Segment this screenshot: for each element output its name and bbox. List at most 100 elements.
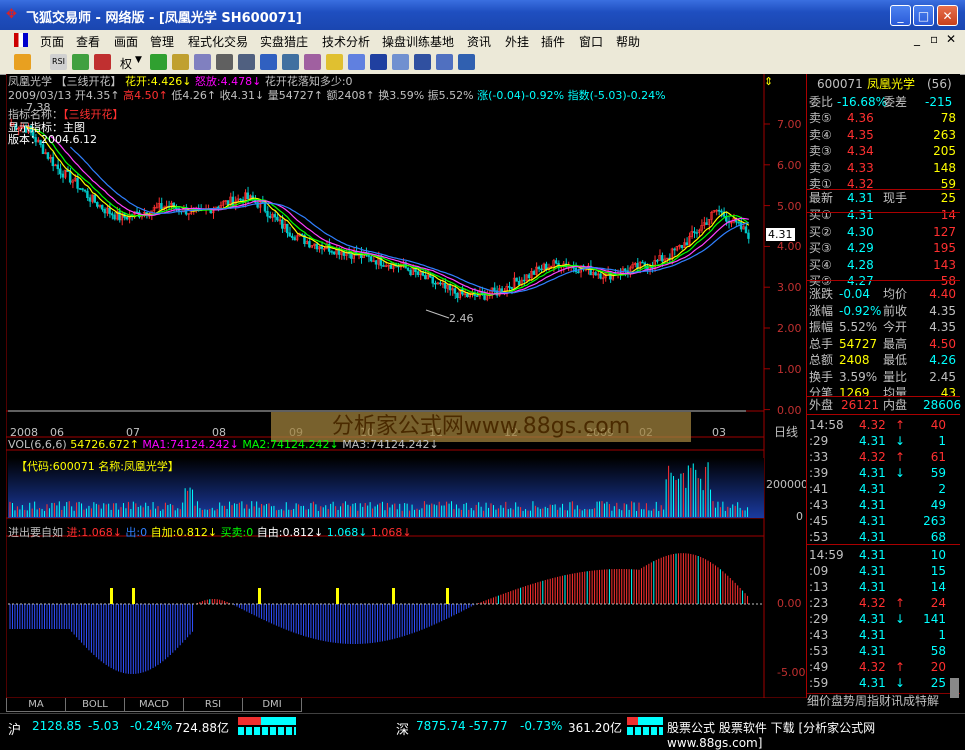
- buy-row: 买② 4.30 127: [807, 224, 960, 240]
- search-icon[interactable]: [260, 54, 277, 70]
- pin-icon[interactable]: [304, 54, 321, 70]
- candle-body: [438, 282, 442, 285]
- latest-label: 最新: [809, 191, 834, 205]
- tick-volume: 59: [930, 466, 946, 480]
- bar-turnover: 换3.59%: [378, 89, 425, 102]
- tab-rsi[interactable]: RSI: [183, 698, 243, 712]
- vol-ma2: MA2:74124.242↓: [242, 438, 339, 451]
- book-icon[interactable]: [238, 54, 255, 70]
- layout-icon[interactable]: [348, 54, 365, 70]
- move-icon[interactable]: [72, 54, 89, 70]
- tick-row: :53 4.31 58: [807, 643, 960, 659]
- close-button[interactable]: ✕: [937, 5, 958, 26]
- bar-close: 收4.31↓: [219, 89, 265, 102]
- buy-row: 买③ 4.29 195: [807, 240, 960, 256]
- tile-icon[interactable]: [436, 54, 453, 70]
- candle-body: [431, 276, 434, 284]
- period-label[interactable]: 日线: [774, 426, 798, 439]
- list-icon[interactable]: [194, 54, 211, 70]
- pair-icon[interactable]: [172, 54, 189, 70]
- stat-row: 总手 54727 最高 4.50: [807, 336, 960, 352]
- indicator-name: 【三线开花】: [55, 75, 122, 88]
- sh-amount: 724.88亿: [175, 721, 229, 735]
- tick-time: 14:58: [809, 418, 844, 432]
- window-icon[interactable]: [392, 54, 409, 70]
- menu-addons[interactable]: 插件: [541, 33, 565, 50]
- mdi-minimize-button[interactable]: _: [914, 32, 920, 46]
- mdi-close-button[interactable]: ✕: [946, 32, 956, 46]
- tick-price: 4.31: [859, 676, 886, 690]
- menu-view[interactable]: 查看: [76, 33, 100, 50]
- chart-area[interactable]: 凤凰光学 【三线开花】 花开:4.426↓ 怒放:4.478↓ 花开花落知多少:…: [6, 74, 808, 698]
- menu-page[interactable]: 页面: [40, 33, 64, 50]
- candle-body: [261, 201, 264, 204]
- rsi-icon[interactable]: RSI: [50, 54, 67, 70]
- candle-body: [315, 243, 319, 250]
- chart-icon[interactable]: [458, 54, 475, 70]
- menu-window[interactable]: 窗口: [579, 33, 603, 50]
- candle-body: [61, 173, 64, 178]
- tick-row: :39 4.31 ↓ 59: [807, 465, 960, 481]
- menu-hunt[interactable]: 实盘猎庄: [260, 33, 308, 50]
- home-icon[interactable]: [14, 54, 31, 70]
- menu-info[interactable]: 资讯: [467, 33, 491, 50]
- marquee-text[interactable]: 股票公式 股票软件 下载 [分析家公式网www.88gs.com]: [667, 719, 965, 750]
- candle-body: [527, 274, 531, 279]
- maximize-button[interactable]: □: [913, 5, 934, 26]
- menu-training[interactable]: 操盘训练基地: [382, 33, 454, 50]
- sz-label: 深: [396, 723, 410, 738]
- osc-y-tick: 0.00: [777, 597, 802, 610]
- candle-body: [433, 282, 437, 285]
- arrows-icon[interactable]: [94, 54, 111, 70]
- tick-price: 4.31: [859, 580, 886, 594]
- tick-volume: 1: [938, 434, 946, 448]
- y-tick: 4.00: [777, 240, 802, 253]
- menu-plugin-ext[interactable]: 外挂: [505, 33, 529, 50]
- price-axis-arrow-icon[interactable]: ⇕: [764, 75, 773, 88]
- tab-dmi[interactable]: DMI: [242, 698, 302, 712]
- grid-icon[interactable]: [414, 54, 431, 70]
- tick-price: 4.31: [859, 466, 886, 480]
- tick-price: 4.31: [859, 498, 886, 512]
- stats-icon[interactable]: [150, 54, 167, 70]
- sz-breadth-bar: [627, 717, 663, 725]
- menu-manage[interactable]: 管理: [150, 33, 174, 50]
- neipan-label: 内盘: [883, 398, 908, 412]
- candle-body: [96, 202, 99, 207]
- menu-program-trade[interactable]: 程式化交易: [188, 33, 248, 50]
- bar-change: 涨(-0.04)-0.92%: [477, 89, 565, 102]
- chart-canvas[interactable]: [6, 74, 806, 698]
- menu-help[interactable]: 帮助: [616, 33, 640, 50]
- calc-icon[interactable]: [216, 54, 233, 70]
- menu-tech[interactable]: 技术分析: [322, 33, 370, 50]
- tick-time: :41: [809, 482, 829, 496]
- tick-volume: 49: [930, 498, 946, 512]
- tick-volume: 25: [930, 676, 946, 690]
- bar-amount: 额2408↑: [326, 89, 375, 102]
- scrollbar[interactable]: [950, 678, 959, 698]
- tool-icon[interactable]: [282, 54, 299, 70]
- menu-screen[interactable]: 画面: [114, 33, 138, 50]
- tick-row: :43 4.31 49: [807, 497, 960, 513]
- stat-label: 换手: [809, 369, 834, 384]
- tick-row: :29 4.31 ↓ 141: [807, 611, 960, 627]
- high-price-label: 7.38: [26, 101, 51, 114]
- tab-ma[interactable]: MA: [6, 698, 66, 712]
- mode-label[interactable]: 权: [120, 55, 132, 72]
- minimize-button[interactable]: _: [890, 5, 911, 26]
- tab-macd[interactable]: MACD: [124, 698, 184, 712]
- mdi-restore-button[interactable]: ▫: [930, 32, 938, 46]
- tick-row: 14:58 4.32 ↑ 40: [807, 417, 960, 433]
- quote-bottom-tabs[interactable]: 细价盘势周指财讯成特解: [807, 693, 960, 708]
- chevron-down-icon[interactable]: ▼: [135, 55, 142, 65]
- sz-amount: 361.20亿: [568, 721, 622, 735]
- candle-body: [673, 248, 676, 251]
- candle-body: [110, 213, 114, 216]
- split-icon[interactable]: [370, 54, 387, 70]
- tick-row: :45 4.31 263: [807, 513, 960, 529]
- sz-change: -57.77: [469, 719, 508, 733]
- tab-boll[interactable]: BOLL: [65, 698, 125, 712]
- candle-body: [641, 261, 644, 264]
- pencil-icon[interactable]: [326, 54, 343, 70]
- candle-body: [522, 279, 526, 282]
